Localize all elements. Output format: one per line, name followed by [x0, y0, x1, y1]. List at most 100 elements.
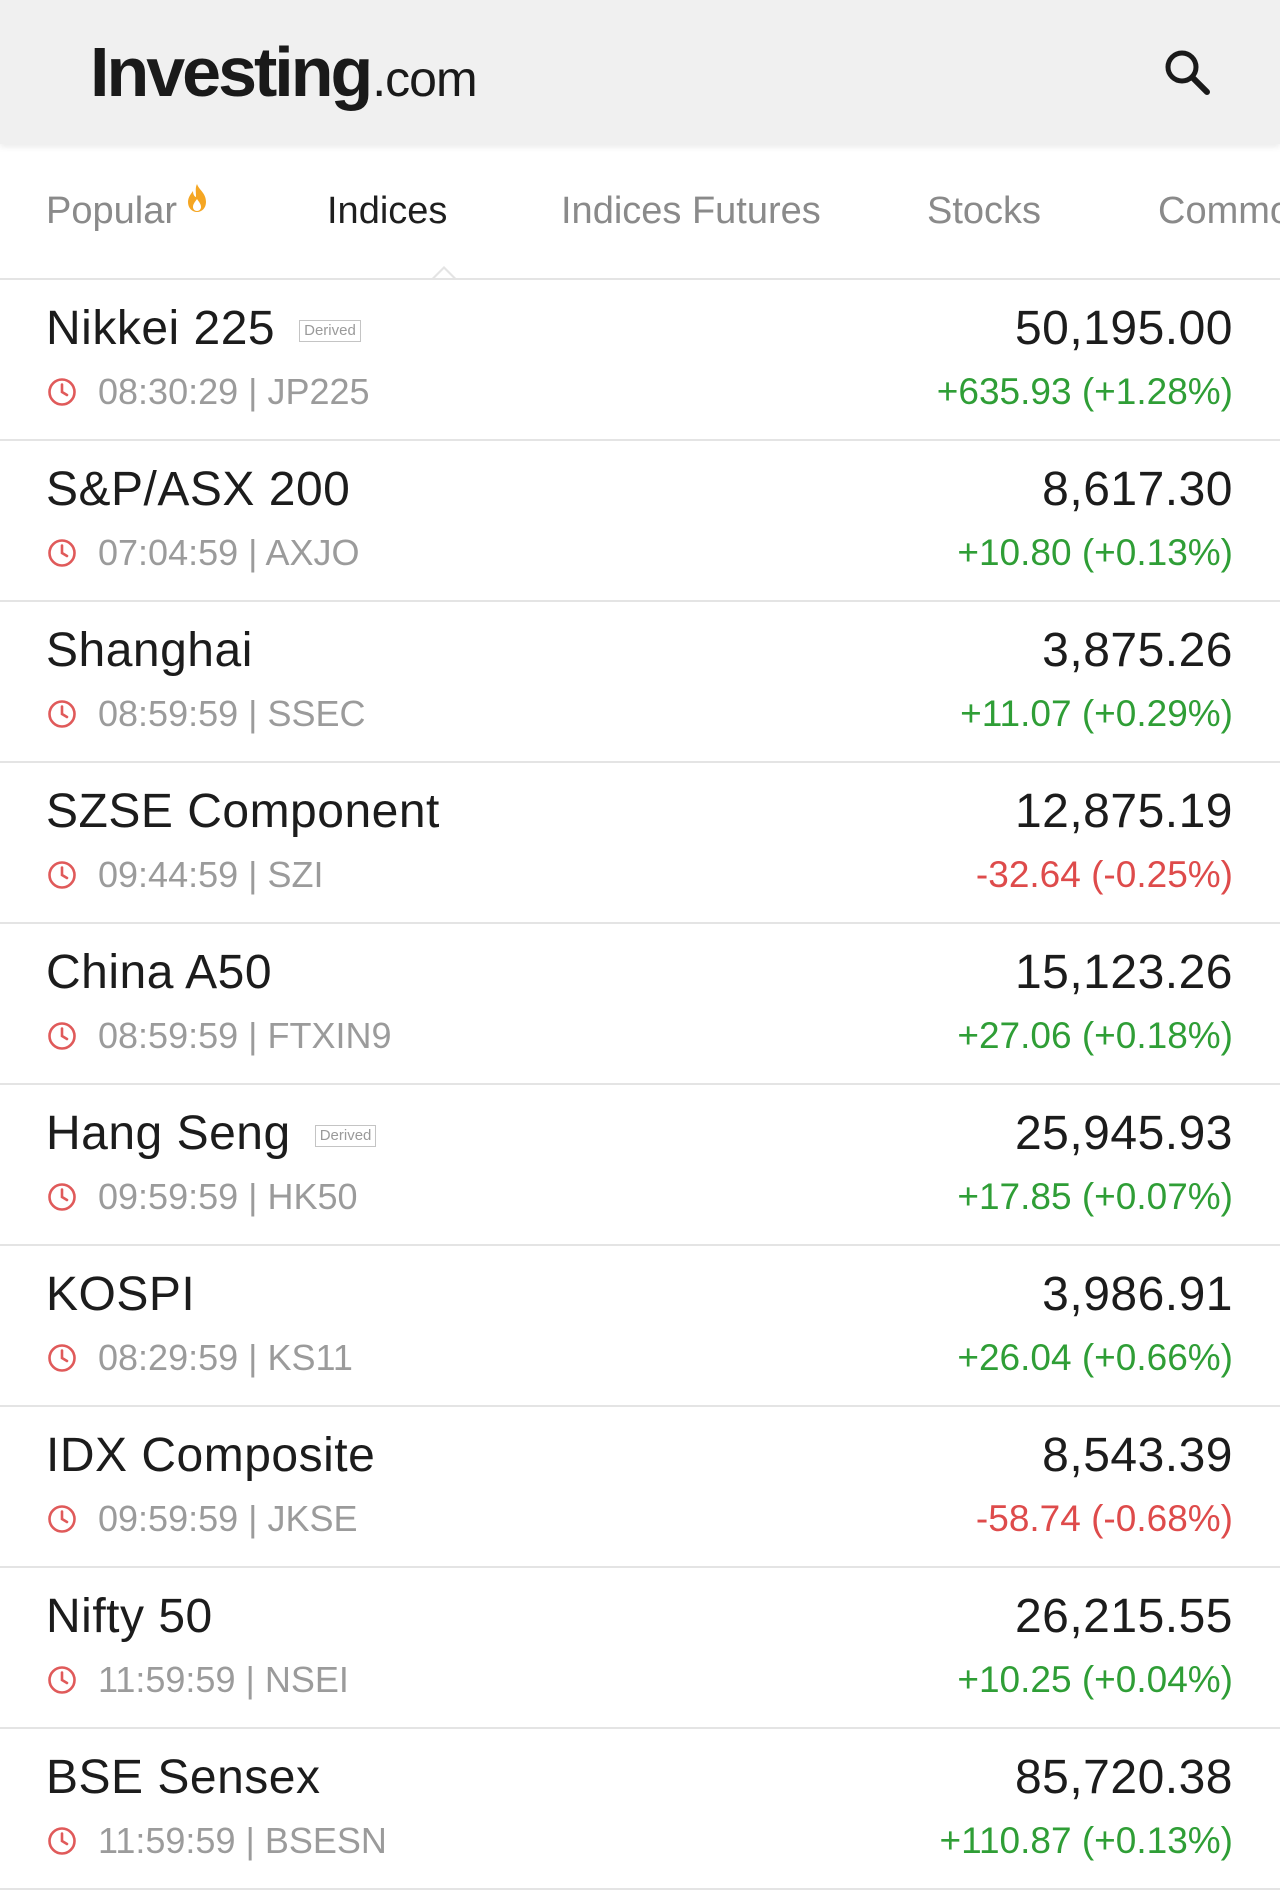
name-line: KOSPI: [46, 1265, 353, 1325]
row-values: 8,617.30 +10.80 (+0.13%): [957, 441, 1233, 600]
table-row-jp225[interactable]: Nikkei 225 Derived 08:30:29 | JP225 50,1…: [0, 280, 1280, 441]
table-row-jkse[interactable]: IDX Composite 09:59:59 | JKSE 8,543.39 -…: [0, 1407, 1280, 1568]
table-row-szi[interactable]: SZSE Component 09:44:59 | SZI 12,875.19 …: [0, 763, 1280, 924]
last-price: 50,195.00: [1014, 302, 1233, 355]
meta-line: 09:59:59 | JKSE: [46, 1490, 375, 1548]
last-price: 3,986.91: [1042, 1268, 1233, 1321]
last-price: 12,875.19: [1014, 785, 1233, 838]
time-symbol-text: 09:44:59 | SZI: [98, 853, 324, 895]
last-price: 15,123.26: [1014, 946, 1233, 999]
tab-stocks-label: Stocks: [927, 189, 1042, 232]
time-symbol-text: 11:59:59 | BSESN: [98, 1819, 387, 1861]
clock-icon: [46, 859, 78, 891]
app-header: Investing .com: [0, 0, 1280, 144]
row-values: 26,215.55 +10.25 (+0.04%): [957, 1568, 1233, 1727]
row-values: 50,195.00 +635.93 (+1.28%): [937, 280, 1233, 439]
time-symbol-text: 11:59:59 | NSEI: [98, 1658, 349, 1700]
table-row-axjo[interactable]: S&P/ASX 200 07:04:59 | AXJO 8,617.30 +10…: [0, 441, 1280, 602]
table-row-hk50[interactable]: Hang Seng Derived 09:59:59 | HK50 25,945…: [0, 1085, 1280, 1246]
meta-line: 11:59:59 | NSEI: [46, 1651, 349, 1709]
clock-icon: [46, 1181, 78, 1213]
row-values: 3,875.26 +11.07 (+0.29%): [960, 602, 1233, 761]
row-info: SZSE Component 09:44:59 | SZI: [46, 763, 440, 922]
index-name: SZSE Component: [46, 785, 440, 838]
tab-stocks[interactable]: Stocks: [927, 144, 1158, 278]
price-change: +11.07 (+0.29%): [960, 692, 1233, 734]
table-row-ftxin9[interactable]: China A50 08:59:59 | FTXIN9 15,123.26 +2…: [0, 924, 1280, 1085]
price-change: +110.87 (+0.13%): [939, 1819, 1233, 1861]
time-symbol-text: 08:29:59 | KS11: [98, 1336, 353, 1378]
time-symbol-text: 09:59:59 | HK50: [98, 1175, 358, 1217]
table-row-ks11[interactable]: KOSPI 08:29:59 | KS11 3,986.91 +26.04 (+…: [0, 1246, 1280, 1407]
tab-indices-futures[interactable]: Indices Futures: [561, 144, 927, 278]
index-name: Shanghai: [46, 624, 253, 677]
last-price: 8,543.39: [1042, 1429, 1233, 1482]
investing-logo[interactable]: Investing .com: [90, 32, 478, 112]
last-price: 3,875.26: [1042, 624, 1233, 677]
row-info: BSE Sensex 11:59:59 | BSESN: [46, 1729, 387, 1888]
name-line: Shanghai: [46, 621, 366, 681]
row-info: China A50 08:59:59 | FTXIN9: [46, 924, 392, 1083]
row-info: S&P/ASX 200 07:04:59 | AXJO: [46, 441, 360, 600]
logo-suffix-text: .com: [372, 51, 477, 107]
row-values: 15,123.26 +27.06 (+0.18%): [957, 924, 1233, 1083]
meta-line: 08:29:59 | KS11: [46, 1329, 353, 1387]
price-change: -58.74 (-0.68%): [975, 1497, 1233, 1539]
row-values: 3,986.91 +26.04 (+0.66%): [957, 1246, 1233, 1405]
meta-line: 08:59:59 | FTXIN9: [46, 1007, 392, 1065]
logo-main-text: Investing: [90, 33, 373, 111]
price-change: +10.25 (+0.04%): [957, 1658, 1233, 1700]
tab-popular[interactable]: Popular: [46, 144, 327, 278]
row-values: 8,543.39 -58.74 (-0.68%): [976, 1407, 1233, 1566]
search-icon: [1165, 50, 1210, 95]
index-name: IDX Composite: [46, 1429, 376, 1482]
clock-icon: [46, 698, 78, 730]
price-change: +10.80 (+0.13%): [957, 531, 1233, 573]
row-info: IDX Composite 09:59:59 | JKSE: [46, 1407, 375, 1566]
index-name: KOSPI: [46, 1268, 196, 1321]
fire-icon: [185, 183, 209, 213]
row-values: 12,875.19 -32.64 (-0.25%): [976, 763, 1233, 922]
last-price: 25,945.93: [1014, 1107, 1233, 1160]
table-row-ssec[interactable]: Shanghai 08:59:59 | SSEC 3,875.26 +11.07…: [0, 602, 1280, 763]
last-price: 85,720.38: [1014, 1751, 1233, 1804]
tab-commodities[interactable]: Commo: [1158, 144, 1280, 278]
clock-icon: [46, 1664, 78, 1696]
clock-icon: [46, 1825, 78, 1857]
derived-badge: Derived: [299, 319, 361, 342]
table-row-nsei[interactable]: Nifty 50 11:59:59 | NSEI 26,215.55 +10.2…: [0, 1568, 1280, 1729]
name-line: S&P/ASX 200: [46, 460, 360, 520]
row-info: Nifty 50 11:59:59 | NSEI: [46, 1568, 349, 1727]
clock-icon: [46, 537, 78, 569]
clock-icon: [46, 1342, 78, 1374]
name-line: SZSE Component: [46, 782, 440, 842]
row-info: Shanghai 08:59:59 | SSEC: [46, 602, 366, 761]
table-row-bsesn[interactable]: BSE Sensex 11:59:59 | BSESN 85,720.38 +1…: [0, 1729, 1280, 1890]
meta-line: 07:04:59 | AXJO: [46, 524, 360, 582]
derived-badge: Derived: [314, 1124, 377, 1147]
last-price: 8,617.30: [1042, 463, 1233, 516]
time-symbol-text: 08:59:59 | FTXIN9: [98, 1014, 392, 1056]
tab-commodities-label: Commo: [1158, 189, 1280, 232]
indices-list: Nikkei 225 Derived 08:30:29 | JP225 50,1…: [0, 280, 1280, 1890]
meta-line: 08:30:29 | JP225: [46, 363, 370, 421]
time-symbol-text: 08:30:29 | JP225: [98, 370, 370, 412]
index-name: China A50: [46, 946, 273, 999]
price-change: +635.93 (+1.28%): [936, 370, 1233, 412]
time-symbol-text: 08:59:59 | SSEC: [98, 692, 366, 734]
time-symbol-text: 09:59:59 | JKSE: [98, 1497, 358, 1539]
tab-indices-label: Indices: [327, 189, 448, 232]
tab-indices[interactable]: Indices: [327, 144, 561, 278]
index-name: S&P/ASX 200: [46, 463, 351, 516]
name-line: BSE Sensex: [46, 1748, 387, 1808]
row-values: 85,720.38 +110.87 (+0.13%): [940, 1729, 1233, 1888]
index-name: Hang Seng: [46, 1107, 291, 1160]
clock-icon: [46, 1503, 78, 1535]
clock-icon: [46, 1020, 78, 1052]
row-info: KOSPI 08:29:59 | KS11: [46, 1246, 353, 1405]
search-button[interactable]: [1152, 37, 1222, 107]
index-name: Nifty 50: [46, 1590, 213, 1643]
row-values: 25,945.93 +17.85 (+0.07%): [957, 1085, 1233, 1244]
clock-icon: [46, 376, 78, 408]
index-name: BSE Sensex: [46, 1751, 321, 1804]
